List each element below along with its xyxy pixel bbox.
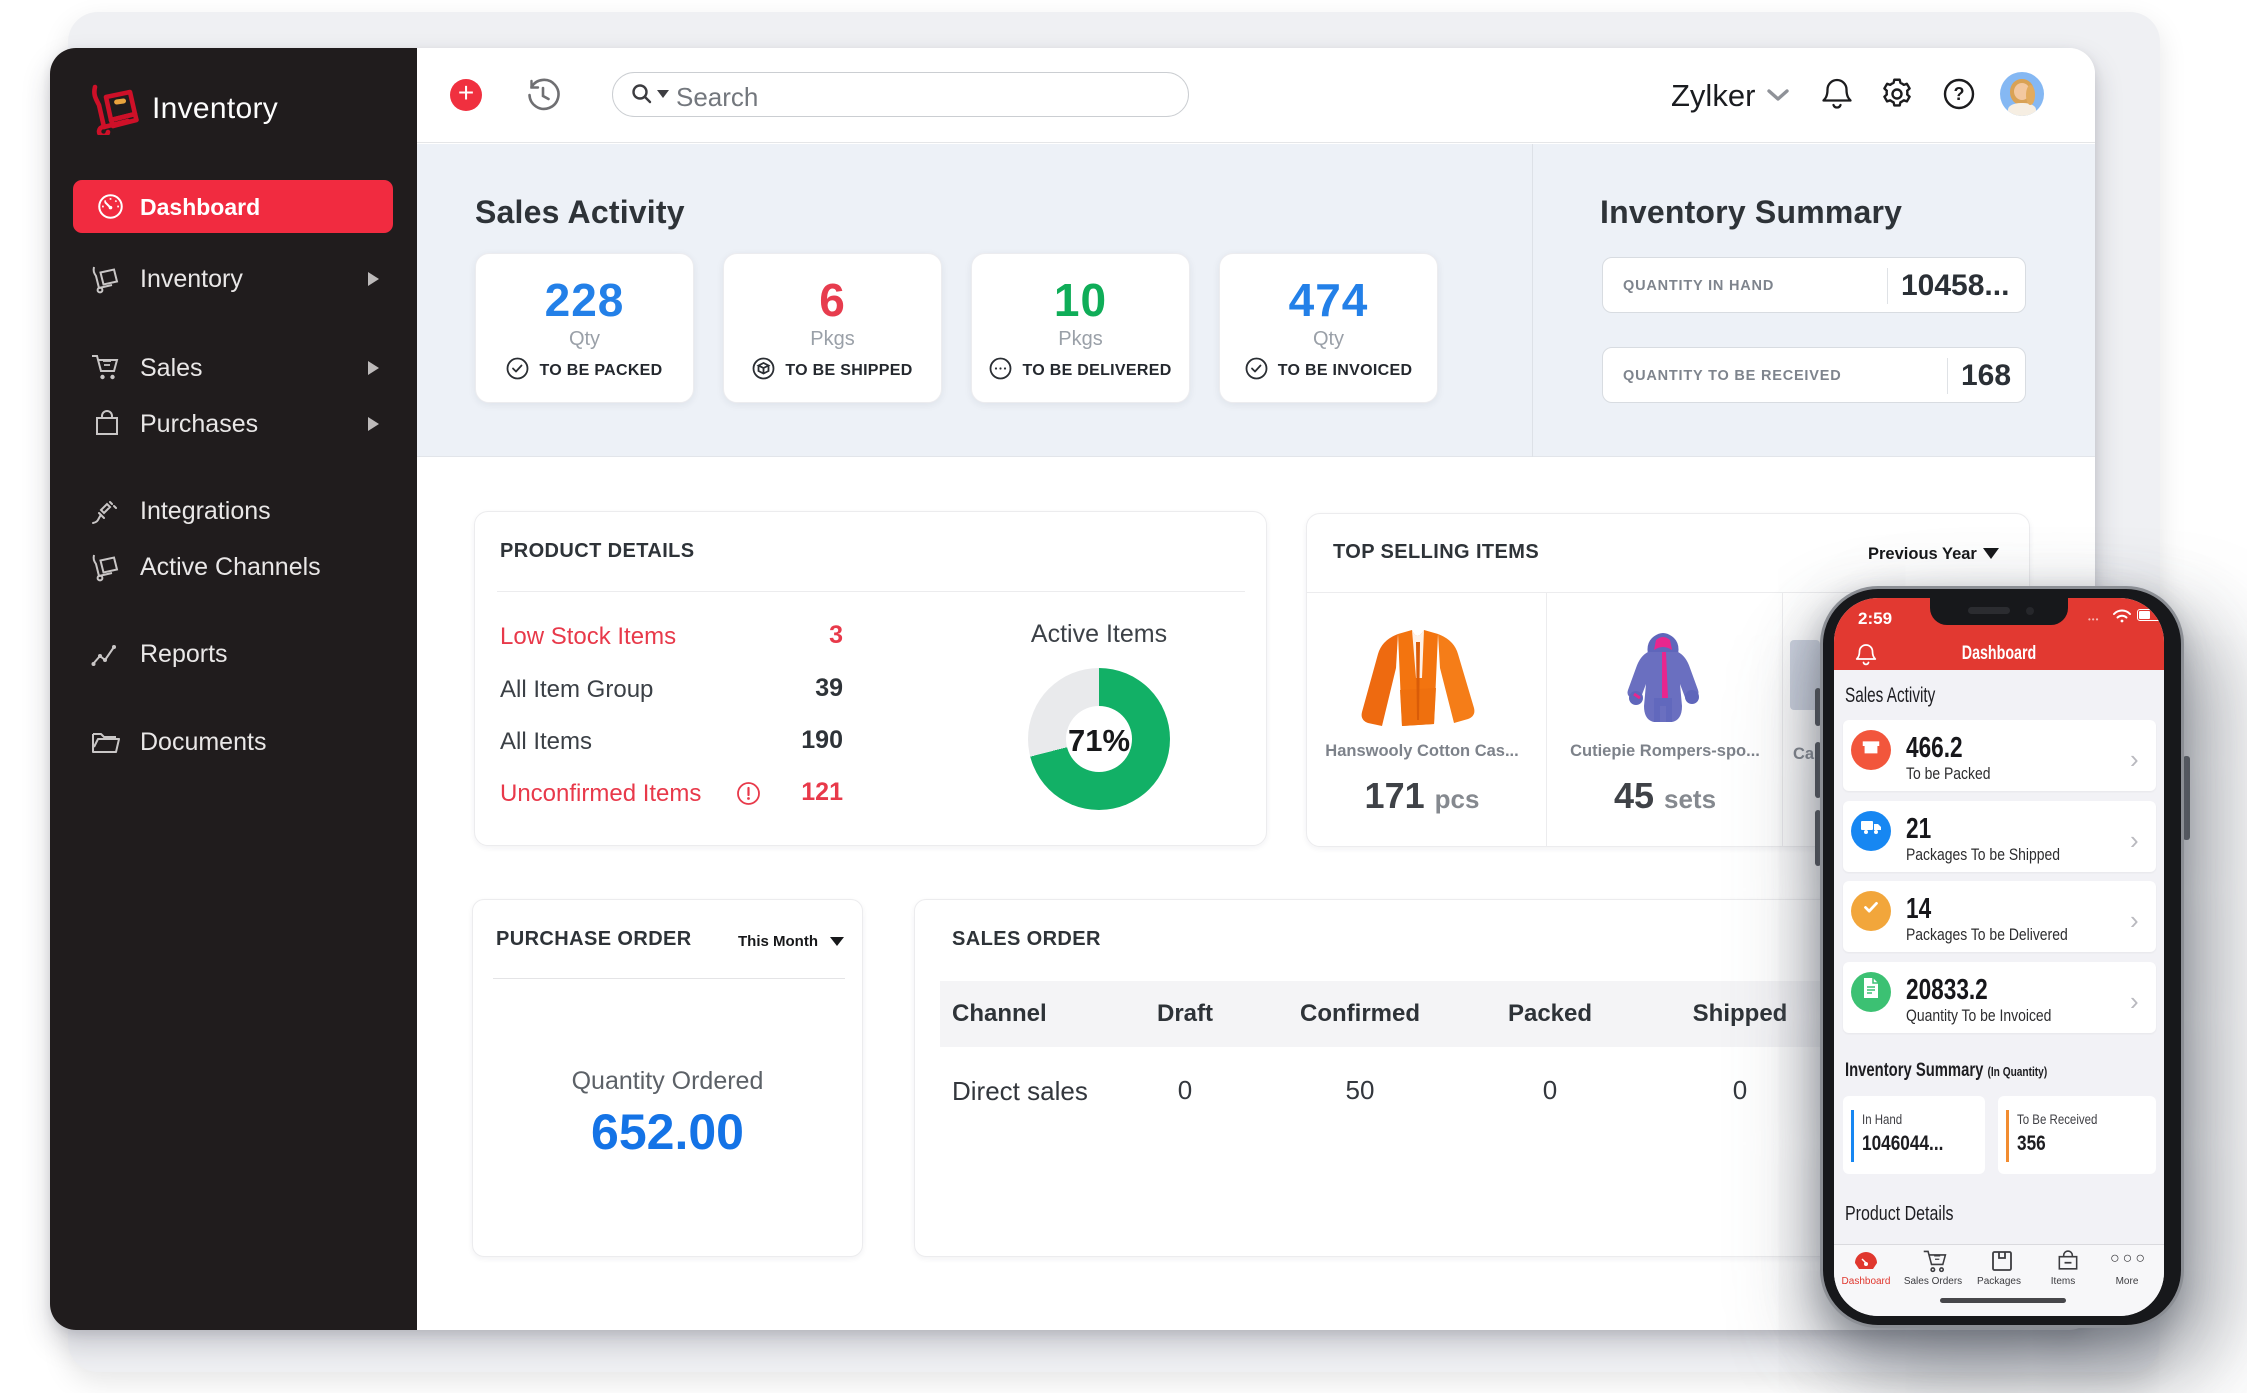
svg-text:?: ?	[1954, 84, 1965, 104]
